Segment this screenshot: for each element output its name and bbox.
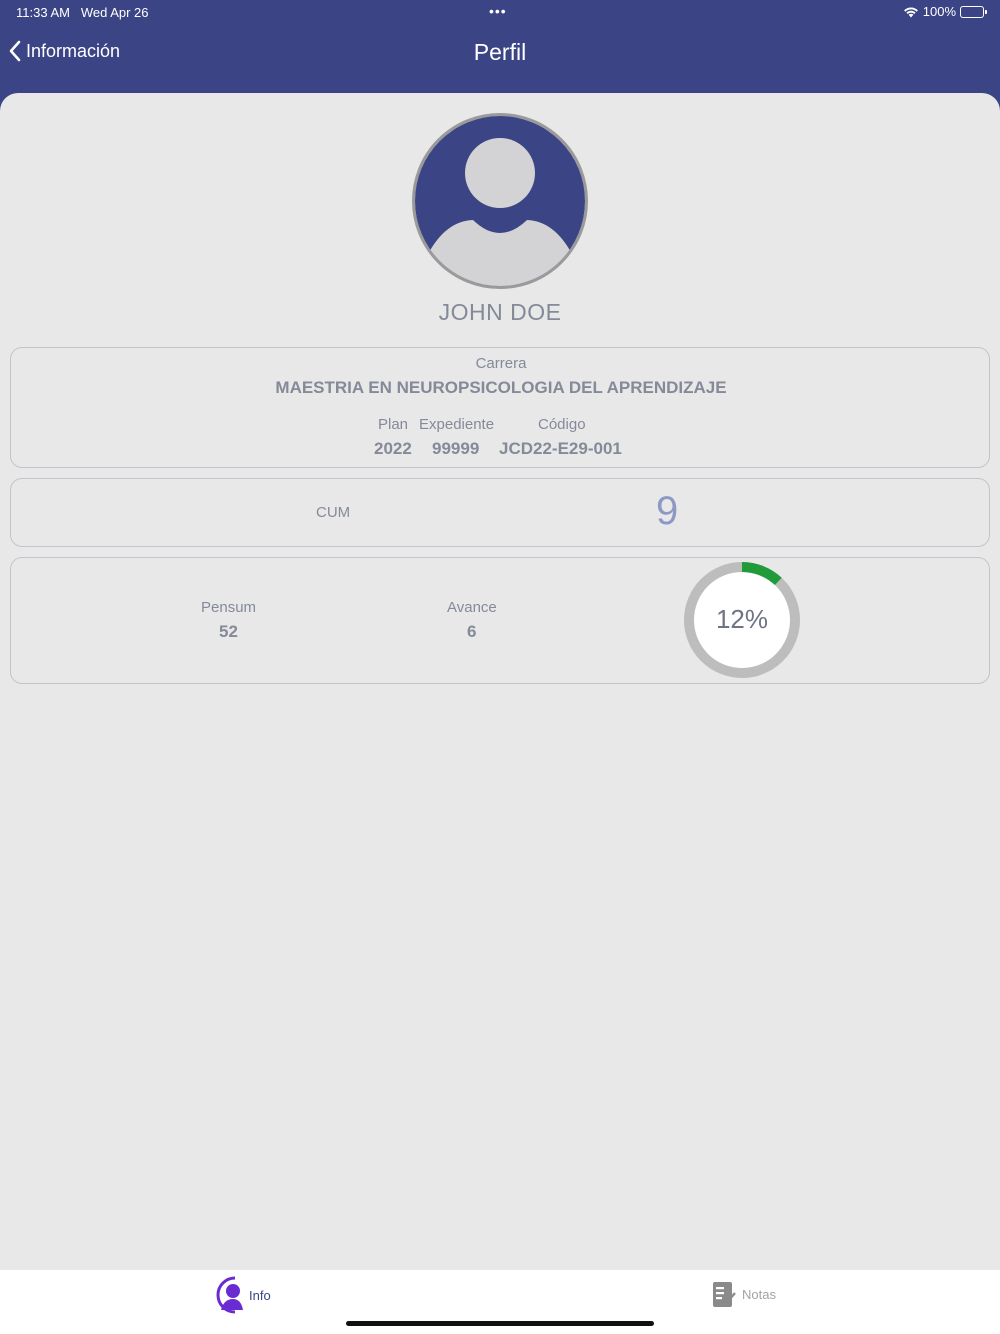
- multitasking-dots[interactable]: •••: [489, 3, 507, 19]
- expediente-value: 99999: [432, 439, 480, 458]
- profile-content: JOHN DOE Carrera MAESTRIA EN NEUROPSICOL…: [0, 93, 1000, 1270]
- pensum-value: 52: [219, 622, 238, 641]
- battery-icon: [960, 5, 987, 18]
- wifi-icon: [903, 6, 918, 17]
- profile-icon: [216, 1276, 243, 1314]
- status-clock: 11:33 AM: [16, 5, 70, 20]
- progress-card: Pensum 52 Avance 6 12%: [10, 557, 990, 684]
- status-bar: 11:33 AM Wed Apr 26 ••• 100%: [0, 0, 1000, 24]
- battery-percent: 100%: [922, 4, 956, 19]
- notes-icon: [713, 1282, 736, 1307]
- cum-label: CUM: [316, 504, 351, 521]
- avance-label: Avance: [447, 599, 497, 616]
- tab-notas-label: Notas: [742, 1287, 776, 1302]
- tab-info[interactable]: Info: [215, 1276, 271, 1314]
- status-indicators: 100%: [903, 4, 987, 19]
- home-indicator: [346, 1321, 654, 1326]
- tab-notas[interactable]: Notas: [712, 1281, 776, 1308]
- career-value: MAESTRIA EN NEUROPSICOLOGIA DEL APRENDIZ…: [275, 378, 727, 397]
- status-time: 11:33 AM Wed Apr 26: [16, 5, 149, 20]
- tab-info-label: Info: [249, 1287, 271, 1303]
- progress-ring: 12%: [682, 560, 802, 680]
- avance-value: 6: [467, 622, 477, 641]
- plan-label: Plan: [378, 416, 409, 433]
- user-name: JOHN DOE: [438, 299, 562, 325]
- status-date: Wed Apr 26: [80, 5, 149, 20]
- plan-value: 2022: [374, 439, 412, 458]
- user-silhouette-icon: [415, 116, 585, 286]
- cum-card: CUM 9: [10, 478, 990, 547]
- progress-percent: 12%: [715, 604, 769, 634]
- career-card: Carrera MAESTRIA EN NEUROPSICOLOGIA DEL …: [10, 347, 990, 468]
- codigo-label: Código: [538, 416, 586, 433]
- page-title: Perfil: [473, 39, 527, 65]
- cum-value: 9: [656, 489, 679, 533]
- expediente-label: Expediente: [419, 416, 495, 433]
- avatar: [412, 113, 588, 289]
- career-label: Carrera: [475, 355, 527, 372]
- pensum-label: Pensum: [201, 599, 257, 616]
- codigo-value: JCD22-E29-001: [499, 439, 622, 458]
- navigation-bar: Información Perfil: [0, 28, 1000, 80]
